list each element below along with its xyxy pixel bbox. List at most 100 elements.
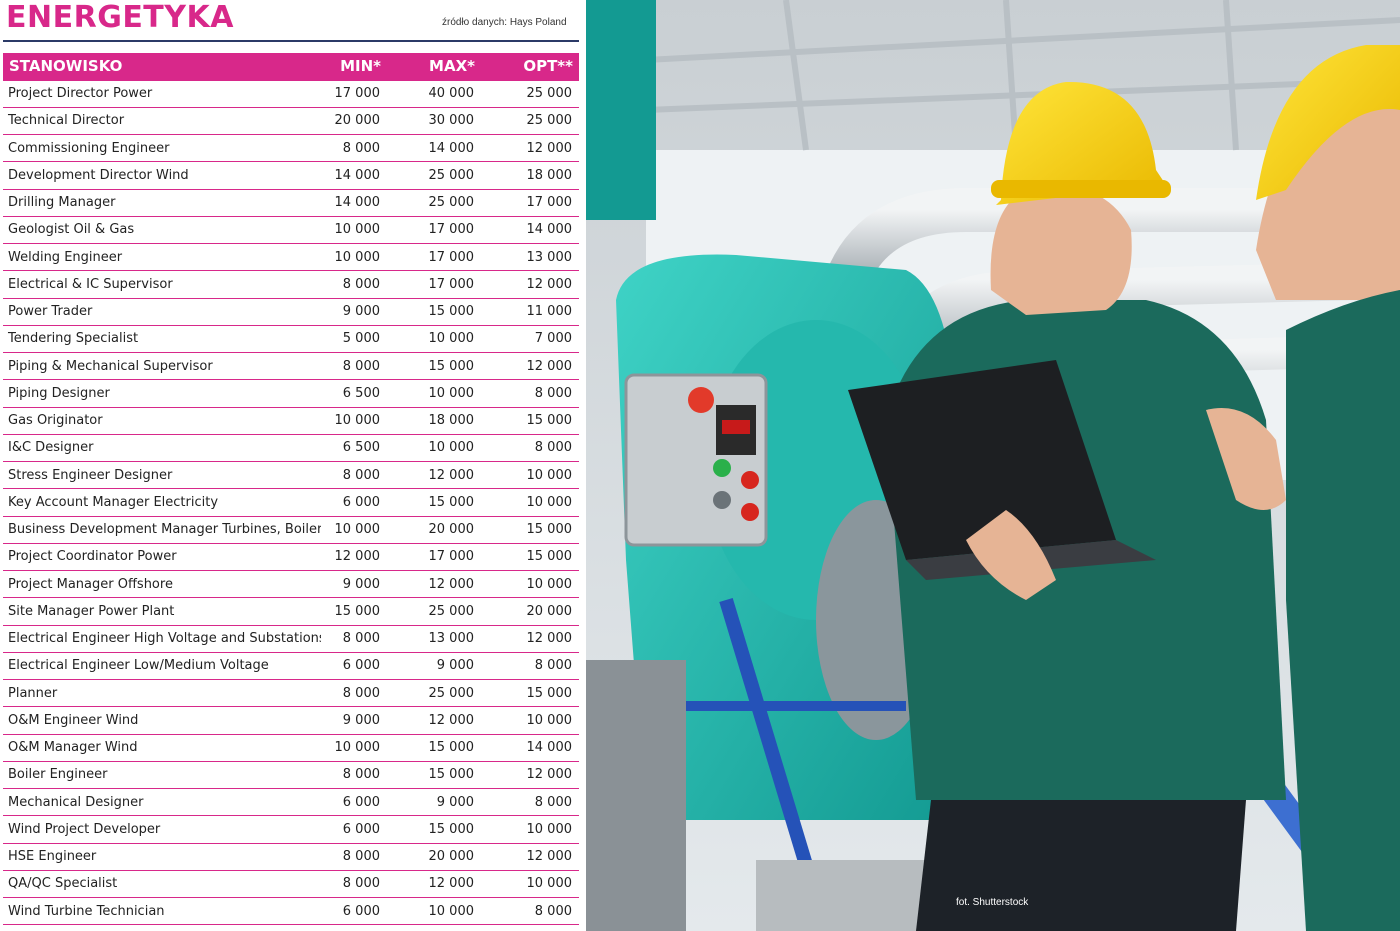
table-row: Welding Engineer 10 000 17 000 13 000 xyxy=(3,243,579,272)
cell-max: 18 000 xyxy=(387,407,481,435)
cell-opt: 10 000 xyxy=(481,461,579,490)
cell-max: 10 000 xyxy=(387,379,481,408)
cell-opt: 8 000 xyxy=(481,434,579,463)
cell-min: 17 000 xyxy=(321,80,387,108)
industrial-workers-photo xyxy=(586,0,1400,931)
table-row: Wind Project Developer 6 000 15 000 10 000 xyxy=(3,815,579,844)
cell-opt: 7 000 xyxy=(481,325,579,354)
cell-opt: 8 000 xyxy=(481,788,579,817)
cell-max: 15 000 xyxy=(387,815,481,844)
cell-position: O&M Manager Wind xyxy=(3,734,321,762)
cell-position: Electrical Engineer High Voltage and Sub… xyxy=(3,625,321,653)
table-row: Piping & Mechanical Supervisor 8 000 15 00… xyxy=(3,352,579,381)
salary-table: STANOWISKO MIN* MAX* OPT** Project Direc… xyxy=(3,53,579,926)
cell-max: 40 000 xyxy=(387,80,481,108)
cell-min: 9 000 xyxy=(321,298,387,326)
cell-min: 15 000 xyxy=(321,597,387,626)
table-row: HSE Engineer 8 000 20 000 12 000 xyxy=(3,843,579,871)
cell-opt: 10 000 xyxy=(481,870,579,899)
cell-position: I&C Designer xyxy=(3,434,321,463)
cell-max: 20 000 xyxy=(387,843,481,871)
cell-max: 15 000 xyxy=(387,352,481,381)
table-row: Power Trader 9 000 15 000 11 000 xyxy=(3,298,579,326)
cell-opt: 14 000 xyxy=(481,734,579,762)
column-header-min: MIN* xyxy=(321,53,387,81)
cell-min: 9 000 xyxy=(321,706,387,735)
table-row: Tendering Specialist 5 000 10 000 7 000 xyxy=(3,325,579,354)
cell-opt: 17 000 xyxy=(481,189,579,217)
cell-min: 6 000 xyxy=(321,652,387,681)
cell-opt: 10 000 xyxy=(481,706,579,735)
cell-min: 6 000 xyxy=(321,788,387,817)
cell-min: 14 000 xyxy=(321,161,387,190)
cell-position: QA/QC Specialist xyxy=(3,870,321,899)
cell-max: 15 000 xyxy=(387,298,481,326)
cell-max: 10 000 xyxy=(387,897,481,926)
cell-position: Technical Director xyxy=(3,107,321,136)
table-body: Project Director Power 17 000 40 000 25 000… xyxy=(3,80,579,926)
table-row: Stress Engineer Designer 8 000 12 000 10 00… xyxy=(3,461,579,490)
cell-opt: 15 000 xyxy=(481,516,579,544)
cell-position: Gas Originator xyxy=(3,407,321,435)
cell-position: Development Director Wind xyxy=(3,161,321,190)
cell-min: 8 000 xyxy=(321,352,387,381)
cell-max: 25 000 xyxy=(387,189,481,217)
table-row: Mechanical Designer 6 000 9 000 8 000 xyxy=(3,788,579,817)
cell-max: 12 000 xyxy=(387,570,481,599)
cell-position: HSE Engineer xyxy=(3,843,321,871)
page-title: ENERGETYKA xyxy=(6,0,234,35)
cell-max: 17 000 xyxy=(387,543,481,572)
cell-position: Mechanical Designer xyxy=(3,788,321,817)
table-row: Electrical Engineer High Voltage and Sub… xyxy=(3,625,579,653)
cell-position: O&M Engineer Wind xyxy=(3,706,321,735)
table-row: O&M Engineer Wind 9 000 12 000 10 000 xyxy=(3,706,579,735)
cell-position: Key Account Manager Electricity xyxy=(3,488,321,517)
title-divider xyxy=(3,40,579,42)
cell-opt: 12 000 xyxy=(481,761,579,790)
table-row: Site Manager Power Plant 15 000 25 000 20 0… xyxy=(3,597,579,626)
cell-opt: 15 000 xyxy=(481,407,579,435)
table-row: Project Director Power 17 000 40 000 25 000 xyxy=(3,80,579,108)
cell-opt: 8 000 xyxy=(481,379,579,408)
cell-min: 6 500 xyxy=(321,434,387,463)
cell-position: Welding Engineer xyxy=(3,243,321,272)
photo-illustration xyxy=(586,0,1400,931)
data-source-note: źródło danych: Hays Poland xyxy=(442,17,567,28)
cell-min: 8 000 xyxy=(321,761,387,790)
cell-min: 6 000 xyxy=(321,815,387,844)
cell-max: 9 000 xyxy=(387,788,481,817)
cell-max: 30 000 xyxy=(387,107,481,136)
cell-position: Site Manager Power Plant xyxy=(3,597,321,626)
table-row: QA/QC Specialist 8 000 12 000 10 000 xyxy=(3,870,579,899)
cell-opt: 20 000 xyxy=(481,597,579,626)
cell-position: Piping Designer xyxy=(3,379,321,408)
column-header-opt: OPT** xyxy=(481,53,579,81)
table-row: Technical Director 20 000 30 000 25 000 xyxy=(3,107,579,136)
cell-max: 10 000 xyxy=(387,434,481,463)
table-row: Commissioning Engineer 8 000 14 000 12 000 xyxy=(3,134,579,163)
cell-min: 20 000 xyxy=(321,107,387,136)
cell-position: Power Trader xyxy=(3,298,321,326)
cell-opt: 13 000 xyxy=(481,243,579,272)
table-row: Electrical Engineer Low/Medium Voltage 6 … xyxy=(3,652,579,681)
table-row: Drilling Manager 14 000 25 000 17 000 xyxy=(3,189,579,217)
cell-max: 25 000 xyxy=(387,679,481,708)
table-row: O&M Manager Wind 10 000 15 000 14 000 xyxy=(3,734,579,762)
cell-min: 8 000 xyxy=(321,270,387,299)
cell-position: Boiler Engineer xyxy=(3,761,321,790)
cell-position: Project Coordinator Power xyxy=(3,543,321,572)
cell-max: 17 000 xyxy=(387,270,481,299)
cell-position: Business Development Manager Turbines, B… xyxy=(3,516,321,544)
table-row: Business Development Manager Turbines, B… xyxy=(3,516,579,544)
table-row: Piping Designer 6 500 10 000 8 000 xyxy=(3,379,579,408)
cell-max: 25 000 xyxy=(387,161,481,190)
cell-opt: 25 000 xyxy=(481,80,579,108)
cell-opt: 12 000 xyxy=(481,352,579,381)
cell-max: 12 000 xyxy=(387,461,481,490)
cell-opt: 14 000 xyxy=(481,216,579,245)
cell-opt: 8 000 xyxy=(481,652,579,681)
cell-position: Wind Project Developer xyxy=(3,815,321,844)
cell-max: 15 000 xyxy=(387,488,481,517)
cell-max: 12 000 xyxy=(387,706,481,735)
cell-opt: 8 000 xyxy=(481,897,579,926)
